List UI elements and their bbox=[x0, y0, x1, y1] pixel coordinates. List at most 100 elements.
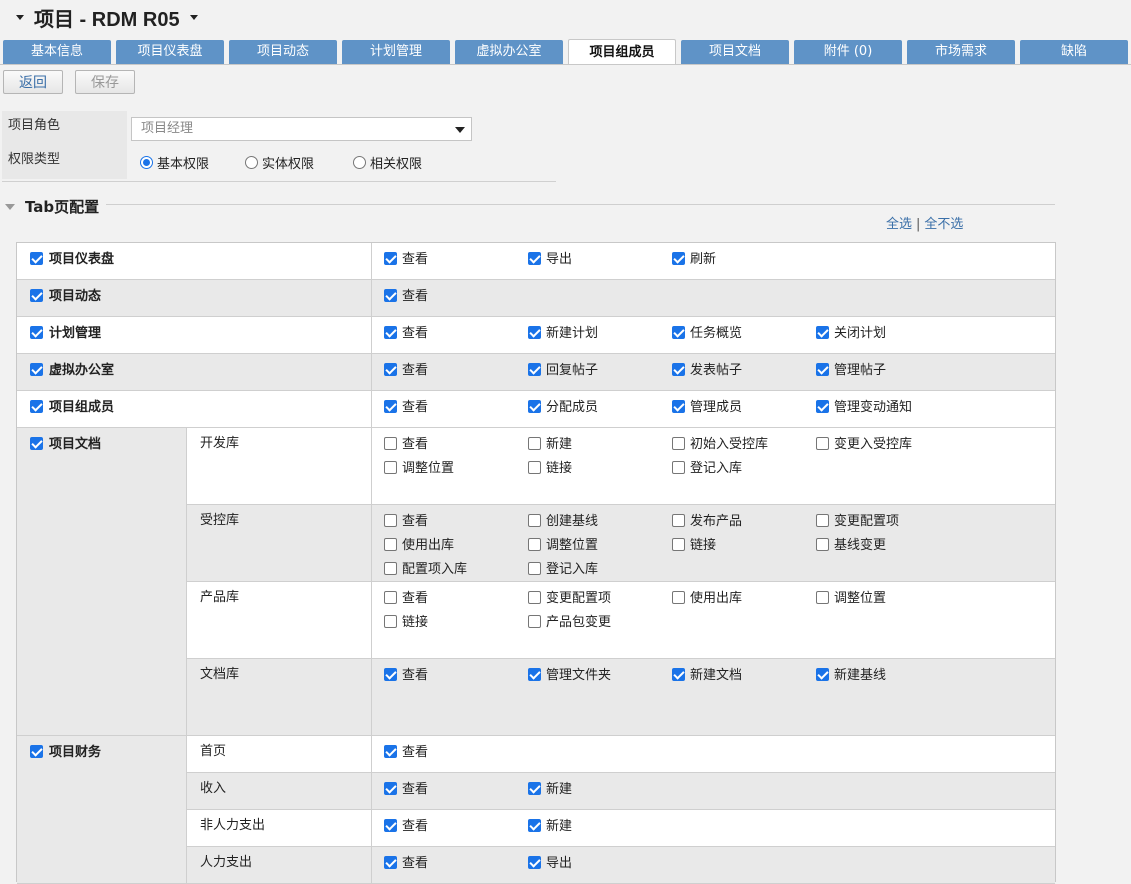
select-none-link[interactable]: 全不选 bbox=[924, 217, 963, 232]
perm-checkbox[interactable] bbox=[528, 668, 541, 681]
tab-5[interactable]: 项目组成员 bbox=[568, 39, 676, 65]
perm-checkbox[interactable] bbox=[672, 400, 685, 413]
tab-checkbox[interactable] bbox=[30, 289, 43, 302]
perm-checkbox[interactable] bbox=[384, 514, 397, 527]
perm-label: 使用出库 bbox=[690, 591, 743, 606]
caret-down-icon[interactable] bbox=[16, 14, 24, 20]
perm-radio-1[interactable]: 实体权限 bbox=[245, 153, 314, 172]
page-title: 项目 - RDM R05 bbox=[34, 8, 180, 31]
collapse-arrow-icon[interactable] bbox=[5, 203, 15, 210]
tab-7[interactable]: 附件 (0) bbox=[794, 40, 902, 64]
perm-checkbox[interactable] bbox=[528, 363, 541, 376]
perm-checkbox[interactable] bbox=[384, 856, 397, 869]
radio-circle[interactable] bbox=[245, 156, 258, 169]
perm-checkbox[interactable] bbox=[528, 252, 541, 265]
perm-checkbox[interactable] bbox=[384, 562, 397, 575]
perm-checkbox[interactable] bbox=[816, 363, 829, 376]
perm-checkbox[interactable] bbox=[816, 538, 829, 551]
tab-bar: 基本信息 项目仪表盘 项目动态 计划管理 虚拟办公室 项目组成员 项目文档 附件 (0) 市场需… bbox=[3, 39, 1131, 65]
perm-checkbox[interactable] bbox=[816, 437, 829, 450]
perm-checkbox[interactable] bbox=[528, 326, 541, 339]
perm-checkbox[interactable] bbox=[528, 562, 541, 575]
perm-label: 查看 bbox=[402, 400, 429, 415]
tab-9[interactable]: 缺陷 bbox=[1020, 40, 1128, 64]
section-header[interactable]: Tab页配置 bbox=[5, 196, 99, 217]
radio-circle[interactable] bbox=[140, 156, 153, 169]
column-divider bbox=[371, 243, 372, 280]
perm-checkbox[interactable] bbox=[384, 615, 397, 628]
perm-checkbox[interactable] bbox=[672, 252, 685, 265]
tab-checkbox[interactable] bbox=[30, 400, 43, 413]
perm-checkbox[interactable] bbox=[672, 461, 685, 474]
perm-checkbox[interactable] bbox=[816, 514, 829, 527]
perm-checkbox[interactable] bbox=[384, 782, 397, 795]
role-select-value: 项目经理 bbox=[141, 121, 194, 136]
perm-radio-0[interactable]: 基本权限 bbox=[140, 153, 209, 172]
perm-radio-2[interactable]: 相关权限 bbox=[353, 153, 422, 172]
row-divider bbox=[17, 316, 1055, 317]
perm-checkbox[interactable] bbox=[528, 514, 541, 527]
perm-checkbox[interactable] bbox=[384, 326, 397, 339]
tab-checkbox[interactable] bbox=[30, 326, 43, 339]
perm-checkbox[interactable] bbox=[528, 782, 541, 795]
perm-checkbox[interactable] bbox=[816, 326, 829, 339]
row-divider bbox=[17, 390, 1055, 391]
select-all-link[interactable]: 全选 bbox=[886, 217, 912, 232]
title-menu-caret-icon[interactable] bbox=[189, 14, 198, 20]
perm-checkbox[interactable] bbox=[672, 668, 685, 681]
perm-checkbox[interactable] bbox=[528, 856, 541, 869]
row-band bbox=[17, 736, 186, 884]
perm-checkbox[interactable] bbox=[384, 538, 397, 551]
perm-checkbox[interactable] bbox=[384, 289, 397, 302]
perm-checkbox[interactable] bbox=[384, 745, 397, 758]
tab-checkbox[interactable] bbox=[30, 252, 43, 265]
perm-checkbox[interactable] bbox=[528, 400, 541, 413]
perm-checkbox[interactable] bbox=[672, 363, 685, 376]
perm-label: 新建计划 bbox=[546, 326, 599, 341]
tab-1[interactable]: 项目仪表盘 bbox=[116, 40, 224, 64]
perm-checkbox[interactable] bbox=[528, 591, 541, 604]
perm-checkbox[interactable] bbox=[384, 252, 397, 265]
tab-2[interactable]: 项目动态 bbox=[229, 40, 337, 64]
tab-6[interactable]: 项目文档 bbox=[681, 40, 789, 64]
tab-permission-label: 项目仪表盘 bbox=[49, 252, 115, 267]
perm-checkbox[interactable] bbox=[816, 400, 829, 413]
column-divider bbox=[371, 280, 372, 317]
perm-checkbox[interactable] bbox=[528, 615, 541, 628]
save-button[interactable]: 保存 bbox=[75, 70, 135, 94]
tab-permission-label: 项目动态 bbox=[49, 289, 102, 304]
tab-3[interactable]: 计划管理 bbox=[342, 40, 450, 64]
row-divider bbox=[17, 279, 1055, 280]
perm-checkbox[interactable] bbox=[816, 591, 829, 604]
perm-checkbox[interactable] bbox=[672, 437, 685, 450]
perm-checkbox[interactable] bbox=[672, 514, 685, 527]
perm-checkbox[interactable] bbox=[672, 591, 685, 604]
row-band bbox=[186, 773, 1055, 810]
perm-label: 初始入受控库 bbox=[690, 437, 769, 452]
perm-checkbox[interactable] bbox=[384, 437, 397, 450]
perm-checkbox[interactable] bbox=[384, 591, 397, 604]
tab-checkbox[interactable] bbox=[30, 745, 43, 758]
perm-checkbox[interactable] bbox=[384, 668, 397, 681]
tab-checkbox[interactable] bbox=[30, 437, 43, 450]
perm-checkbox[interactable] bbox=[672, 326, 685, 339]
perm-checkbox[interactable] bbox=[672, 538, 685, 551]
tab-0[interactable]: 基本信息 bbox=[3, 40, 111, 64]
perm-checkbox[interactable] bbox=[816, 668, 829, 681]
tab-checkbox[interactable] bbox=[30, 363, 43, 376]
perm-checkbox[interactable] bbox=[384, 363, 397, 376]
tab-4[interactable]: 虚拟办公室 bbox=[455, 40, 563, 64]
perm-label: 调整位置 bbox=[402, 461, 455, 476]
back-button[interactable]: 返回 bbox=[3, 70, 63, 94]
perm-checkbox[interactable] bbox=[528, 437, 541, 450]
perm-checkbox[interactable] bbox=[384, 819, 397, 832]
perm-checkbox[interactable] bbox=[528, 819, 541, 832]
perm-checkbox[interactable] bbox=[528, 538, 541, 551]
row-divider bbox=[186, 809, 1055, 810]
tab-8[interactable]: 市场需求 bbox=[907, 40, 1015, 64]
perm-checkbox[interactable] bbox=[528, 461, 541, 474]
perm-checkbox[interactable] bbox=[384, 461, 397, 474]
role-select[interactable]: 项目经理 bbox=[131, 117, 472, 141]
perm-checkbox[interactable] bbox=[384, 400, 397, 413]
radio-circle[interactable] bbox=[353, 156, 366, 169]
